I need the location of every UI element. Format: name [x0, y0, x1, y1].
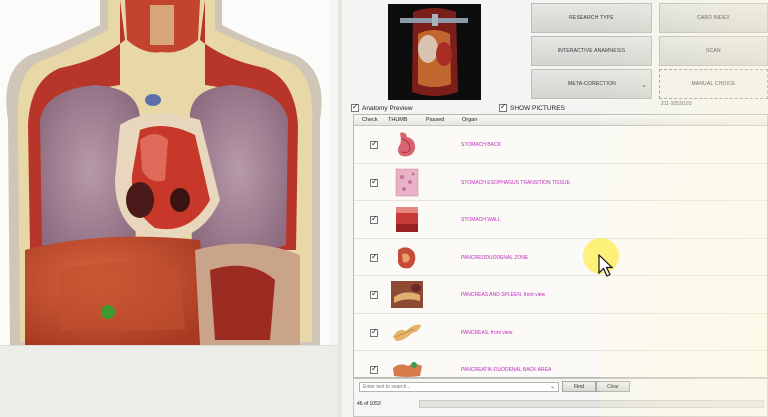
- table-row[interactable]: PANCREAS AND SPLEEN, front view: [354, 276, 767, 314]
- column-header-check[interactable]: Check: [362, 117, 378, 123]
- torso-illustration: [6, 0, 322, 345]
- row-checkbox[interactable]: [370, 252, 378, 262]
- column-header-organ[interactable]: Organ: [462, 117, 477, 123]
- row-checkbox[interactable]: [370, 327, 378, 337]
- scan-button[interactable]: SCAN: [659, 36, 768, 66]
- table-row[interactable]: PANCREODUODENAL ZONE: [354, 239, 767, 276]
- organ-name: PANCREAS AND SPLEEN, front view: [461, 292, 546, 298]
- table-row[interactable]: PANCREAS, front view: [354, 314, 767, 351]
- code-readout: 211-1053/193: [661, 101, 692, 107]
- table-row[interactable]: STOMACH BACK: [354, 126, 767, 164]
- left-footer-area: [0, 345, 338, 417]
- anatomy-preview-checkbox[interactable]: Anatomy Preview: [351, 102, 413, 112]
- mouse-pointer-icon: [598, 254, 614, 277]
- table-header: Check THUMB Passed Organ: [354, 115, 767, 126]
- organ-name: STOMACH WALL: [461, 217, 501, 223]
- organ-name: STOMACH ESOPHAGUS TRANSITION TISSUE: [461, 179, 570, 186]
- anatomy-preview-label: Anatomy Preview: [362, 104, 413, 112]
- organ-name: PANCREAS, front view: [461, 329, 513, 336]
- wall-tissue-icon: [396, 207, 418, 232]
- meta-correction-dropdown[interactable]: META-CORECTION ⌄: [531, 69, 652, 99]
- row-checkbox[interactable]: [370, 177, 378, 187]
- table-row[interactable]: PANCREATIK-DUODENAL BACK AREA: [354, 351, 767, 377]
- column-header-passed[interactable]: Passed: [426, 117, 444, 123]
- row-checkbox[interactable]: [370, 289, 378, 299]
- manual-choice-button[interactable]: MANUAL CHOICE: [659, 69, 768, 99]
- interactive-anamnesis-button[interactable]: INTERACTIVE ANAMNESIS: [531, 36, 652, 66]
- checkbox-checked-icon[interactable]: [351, 102, 359, 112]
- column-header-thumb[interactable]: THUMB: [388, 117, 408, 123]
- pancreas-icon: [393, 324, 421, 341]
- row-checkbox[interactable]: [370, 214, 378, 224]
- record-count: 46 of 1053: [357, 401, 381, 407]
- tissue-icon: [395, 168, 419, 196]
- organ-name: PANCREODUODENAL ZONE: [461, 254, 529, 261]
- organ-name: STOMACH BACK: [461, 142, 501, 148]
- anatomy-cross-section-view[interactable]: [0, 0, 330, 345]
- preview-illustration: [388, 4, 481, 100]
- organ-name: PANCREATIK-DUODENAL BACK AREA: [461, 367, 552, 373]
- row-checkbox[interactable]: [370, 139, 378, 149]
- pancreas-back-icon: [393, 362, 422, 377]
- show-pictures-label: SHOW PICTURES: [510, 104, 565, 112]
- chevron-down-icon: ⌄: [640, 82, 647, 89]
- panel-splitter[interactable]: [338, 0, 342, 417]
- stomach-icon: [390, 129, 424, 160]
- meta-correction-label: META-CORECTION: [568, 81, 616, 87]
- find-button[interactable]: Find: [562, 381, 596, 392]
- pancreas-spleen-icon: [391, 281, 423, 308]
- table-row[interactable]: STOMACH WALL: [354, 201, 767, 239]
- card-index-button[interactable]: CARD INDEX: [659, 3, 768, 33]
- show-pictures-checkbox[interactable]: SHOW PICTURES: [499, 102, 565, 112]
- checkbox-checked-icon[interactable]: [499, 102, 507, 112]
- horizontal-scrollbar[interactable]: [419, 400, 764, 408]
- row-checkbox[interactable]: [370, 364, 378, 374]
- search-input[interactable]: [359, 382, 559, 392]
- search-bar: ⌄ Find Clear 46 of 1053: [353, 378, 768, 417]
- anatomy-preview-thumbnail[interactable]: [388, 4, 481, 100]
- clear-button[interactable]: Clear: [596, 381, 630, 392]
- organ-table[interactable]: Check THUMB Passed Organ STOMACH BACK ST…: [353, 114, 768, 378]
- table-row[interactable]: STOMACH ESOPHAGUS TRANSITION TISSUE: [354, 164, 767, 201]
- duodenum-icon: [398, 246, 416, 268]
- chevron-down-icon[interactable]: ⌄: [550, 383, 555, 390]
- research-type-button[interactable]: RESEARCH TYPE: [531, 3, 652, 33]
